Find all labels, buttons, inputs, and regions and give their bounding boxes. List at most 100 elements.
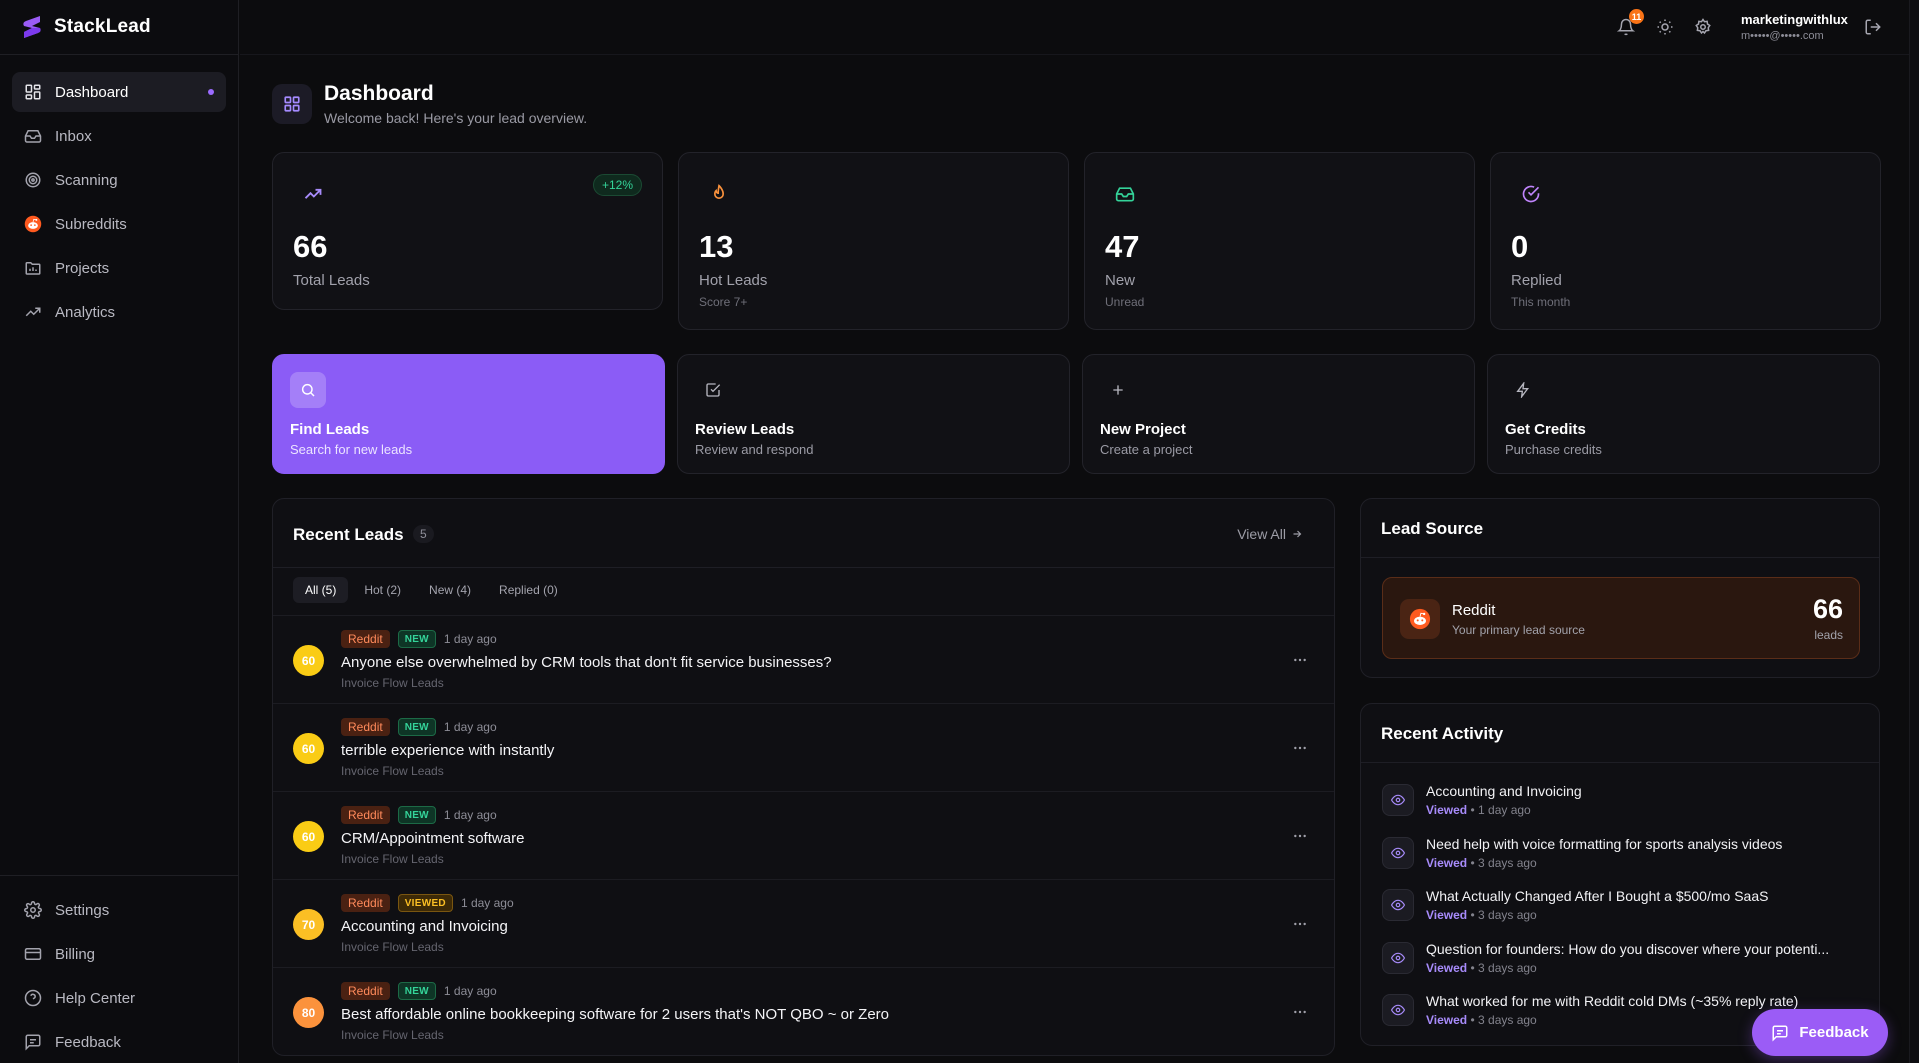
message-icon (1771, 1024, 1789, 1042)
check-circle-icon (1521, 184, 1541, 204)
sidebar-item-settings[interactable]: Settings (12, 890, 226, 930)
divider (273, 567, 1334, 568)
sidebar-item-feedback[interactable]: Feedback (12, 1022, 226, 1062)
activity-item[interactable]: Question for founders: How do you discov… (1382, 940, 1860, 990)
brand-name: StackLead (54, 16, 151, 37)
bolt-icon (1505, 372, 1541, 408)
lead-score: 60 (293, 733, 324, 764)
lead-time: 1 day ago (443, 984, 497, 998)
status-badge: NEW (397, 982, 436, 1000)
page-subtitle: Welcome back! Here's your lead overview. (324, 110, 588, 126)
tab-replied[interactable]: Replied (0) (487, 577, 570, 603)
more-options-icon[interactable] (1292, 916, 1308, 932)
sidebar-item-billing[interactable]: Billing (12, 934, 226, 974)
notification-badge: 11 (1629, 9, 1644, 24)
activity-meta: Viewed • 3 days ago (1426, 961, 1537, 975)
lead-title[interactable]: CRM/Appointment software (341, 830, 524, 847)
sidebar: StackLead Dashboard Inbox Scanning Subre… (0, 0, 239, 1063)
new-project-button[interactable]: New Project Create a project (1082, 354, 1475, 474)
lead-project: Invoice Flow Leads (341, 1028, 444, 1042)
activity-item[interactable]: Need help with voice formatting for spor… (1382, 835, 1860, 885)
more-options-icon[interactable] (1292, 1004, 1308, 1020)
lead-score: 70 (293, 909, 324, 940)
sun-icon[interactable] (1656, 18, 1674, 36)
activity-title: What worked for me with Reddit cold DMs … (1426, 993, 1799, 1009)
dashboard-grid-icon (272, 84, 312, 124)
sidebar-item-label: Analytics (55, 303, 116, 321)
status-badge: NEW (397, 630, 436, 648)
stat-label: Total Leads (293, 272, 370, 289)
table-row[interactable]: 70 Reddit VIEWED 1 day ago Accounting and In… (273, 879, 1334, 967)
action-title: Find Leads (290, 421, 370, 438)
tab-all[interactable]: All (5) (293, 577, 349, 603)
feedback-button[interactable]: Feedback (1752, 1009, 1888, 1056)
activity-item[interactable]: What Actually Changed After I Bought a $… (1382, 887, 1860, 937)
page-scrollbar[interactable] (1909, 0, 1919, 1063)
sidebar-item-analytics[interactable]: Analytics (12, 292, 226, 332)
activity-item[interactable]: Accounting and Invoicing Viewed • 1 day a… (1382, 782, 1860, 832)
card-icon (24, 945, 42, 963)
get-credits-button[interactable]: Get Credits Purchase credits (1487, 354, 1880, 474)
stat-sublabel: This month (1511, 295, 1571, 309)
more-options-icon[interactable] (1292, 652, 1308, 668)
tab-new[interactable]: New (4) (417, 577, 483, 603)
stacklead-logo-icon (20, 14, 44, 40)
gear-icon (24, 901, 42, 919)
action-subtitle: Create a project (1100, 442, 1193, 457)
lead-source-card[interactable]: Reddit Your primary lead source 66 leads (1382, 577, 1860, 659)
action-subtitle: Purchase credits (1505, 442, 1602, 457)
user-name[interactable]: marketingwithlux (1741, 12, 1848, 27)
activity-meta: Viewed • 3 days ago (1426, 908, 1537, 922)
find-leads-button[interactable]: Find Leads Search for new leads (272, 354, 665, 474)
sidebar-item-inbox[interactable]: Inbox (12, 116, 226, 156)
activity-time: • 3 days ago (1470, 1013, 1537, 1027)
view-all-link[interactable]: View All (1237, 526, 1303, 542)
source-unit: leads (1814, 628, 1843, 642)
lead-project: Invoice Flow Leads (341, 676, 444, 690)
logout-icon[interactable] (1864, 18, 1882, 36)
source-tag: Reddit (341, 982, 390, 1000)
help-icon (24, 989, 42, 1007)
sidebar-item-help-center[interactable]: Help Center (12, 978, 226, 1018)
stat-sublabel: Unread (1105, 295, 1145, 309)
review-leads-button[interactable]: Review Leads Review and respond (677, 354, 1070, 474)
table-row[interactable]: 60 Reddit NEW 1 day ago Anyone else overwhel… (273, 615, 1334, 703)
table-row[interactable]: 60 Reddit NEW 1 day ago terrible experience … (273, 703, 1334, 791)
lead-title[interactable]: Best affordable online bookkeeping softw… (341, 1006, 889, 1023)
sidebar-item-scanning[interactable]: Scanning (12, 160, 226, 200)
trend-badge: +12% (592, 174, 642, 196)
leads-count-badge: 5 (413, 525, 434, 543)
status-badge: NEW (397, 718, 436, 736)
activity-title: Question for founders: How do you discov… (1426, 940, 1830, 957)
lead-tags: Reddit VIEWED 1 day ago (341, 894, 514, 912)
activity-time: • 3 days ago (1470, 960, 1537, 975)
lead-tags: Reddit NEW 1 day ago (341, 982, 497, 1000)
tab-hot[interactable]: Hot (2) (352, 577, 413, 603)
activity-status: Viewed (1426, 855, 1468, 870)
brand[interactable]: StackLead (0, 0, 238, 55)
panel-title: Recent Leads (293, 525, 404, 544)
stat-card-new: 47 New Unread (1084, 152, 1475, 330)
sidebar-item-dashboard[interactable]: Dashboard (12, 72, 226, 112)
stat-value: 47 (1105, 229, 1140, 264)
eye-icon (1382, 889, 1414, 921)
table-row[interactable]: 80 Reddit NEW 1 day ago Best affordable onli… (273, 967, 1334, 1055)
lead-tags: Reddit NEW 1 day ago (341, 718, 497, 736)
more-options-icon[interactable] (1292, 828, 1308, 844)
sidebar-item-subreddits[interactable]: Subreddits (12, 204, 226, 244)
lead-filter-tabs: All (5) Hot (2) New (4) Replied (0) (293, 577, 574, 603)
lead-time: 1 day ago (443, 632, 497, 646)
lead-title[interactable]: terrible experience with instantly (341, 742, 554, 759)
lead-tags: Reddit NEW 1 day ago (341, 806, 497, 824)
lead-title[interactable]: Anyone else overwhelmed by CRM tools tha… (341, 654, 832, 671)
gear-icon[interactable] (1694, 18, 1712, 36)
recent-leads-panel: Recent Leads 5 View All All (5) Hot (2) … (272, 498, 1335, 1056)
lead-title[interactable]: Accounting and Invoicing (341, 918, 508, 935)
recent-activity-panel: Recent Activity Accounting and Invoicing… (1360, 703, 1880, 1046)
action-title: Review Leads (695, 421, 795, 438)
sidebar-item-projects[interactable]: Projects (12, 248, 226, 288)
table-row[interactable]: 60 Reddit NEW 1 day ago CRM/Appointment soft… (273, 791, 1334, 879)
eye-icon (1382, 994, 1414, 1026)
more-options-icon[interactable] (1292, 740, 1308, 756)
sidebar-bottom-nav: Settings Billing Help Center Feedback (0, 875, 238, 1063)
